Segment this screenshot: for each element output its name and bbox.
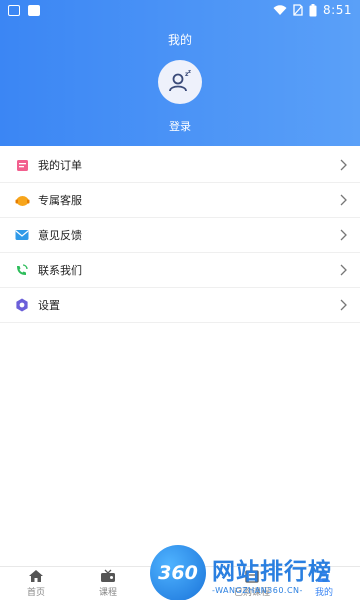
menu-item-label: 专属客服 xyxy=(38,194,82,207)
menu-item-feedback[interactable]: 意见反馈 xyxy=(0,218,360,253)
status-bar: 8:51 xyxy=(0,0,360,20)
orders-icon xyxy=(14,157,30,173)
menu-item-customer-service[interactable]: 专属客服 xyxy=(0,183,360,218)
chevron-right-icon xyxy=(340,229,347,241)
menu-item-label: 联系我们 xyxy=(38,264,82,277)
menu-item-orders[interactable]: 我的订单 xyxy=(0,148,360,183)
settings-icon xyxy=(14,297,30,313)
login-link[interactable]: 登录 xyxy=(0,118,360,134)
course-icon xyxy=(101,569,115,582)
watermark-logo: 360 xyxy=(150,545,206,600)
chevron-right-icon xyxy=(340,159,347,171)
menu-item-label: 我的订单 xyxy=(38,159,82,172)
feedback-icon xyxy=(14,227,30,243)
home-icon xyxy=(29,570,43,582)
watermark: 360 网站排行榜 -WANGZHAN360.CN- xyxy=(150,545,358,600)
menu-item-settings[interactable]: 设置 xyxy=(0,288,360,323)
chevron-right-icon xyxy=(340,194,347,206)
tab-course[interactable]: 课程 xyxy=(72,567,144,600)
tab-home[interactable]: 首页 xyxy=(0,567,72,600)
wifi-icon xyxy=(273,4,287,15)
avatar[interactable]: z z xyxy=(158,60,202,104)
user-sleeping-icon: z z xyxy=(169,69,191,92)
tab-label: 课程 xyxy=(98,588,117,598)
menu-item-contact[interactable]: 联系我们 xyxy=(0,253,360,288)
watermark-sub-text: -WANGZHAN360.CN- xyxy=(212,585,303,595)
chevron-right-icon xyxy=(340,264,347,276)
page-title: 我的 xyxy=(167,33,192,47)
contact-phone-icon xyxy=(14,262,30,278)
profile-header: 8:51 我的 z z 登录 xyxy=(0,0,360,146)
sd-card-notification-icon xyxy=(28,4,40,16)
no-sim-icon xyxy=(293,4,303,16)
chevron-right-icon xyxy=(340,299,347,311)
battery-icon xyxy=(309,3,317,16)
menu-list: 我的订单 专属客服 意见反馈 联系我们 设置 xyxy=(0,148,360,323)
tab-label: 首页 xyxy=(26,588,45,598)
gallery-notification-icon xyxy=(8,4,20,16)
svg-text:z: z xyxy=(188,69,191,75)
menu-item-label: 设置 xyxy=(38,299,60,312)
watermark-main-text: 网站排行榜 xyxy=(212,558,332,585)
menu-item-label: 意见反馈 xyxy=(38,229,82,242)
clock: 8:51 xyxy=(323,3,352,17)
customer-service-icon xyxy=(14,192,30,208)
